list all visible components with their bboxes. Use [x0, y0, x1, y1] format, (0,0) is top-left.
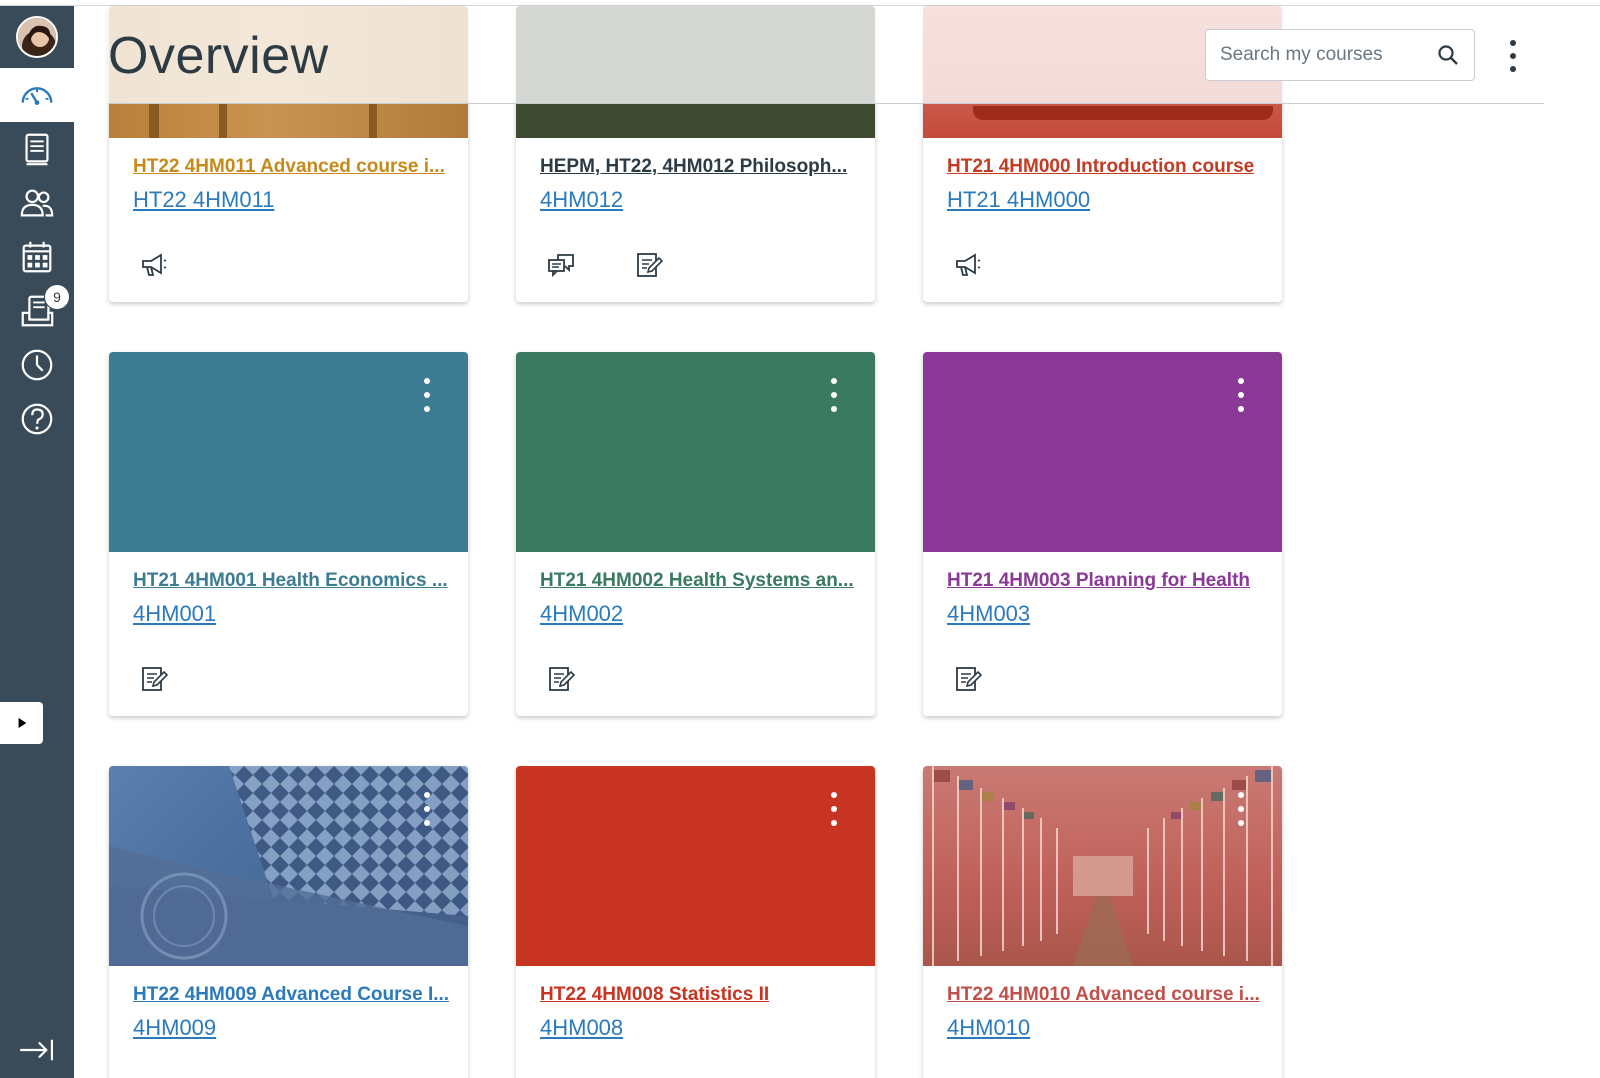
course-card-code-link[interactable]: 4HM008	[540, 1015, 623, 1041]
course-card-4hm001[interactable]: HT21 4HM001 Health Economics ... 4HM001	[109, 352, 468, 716]
kebab-dot	[1510, 66, 1516, 72]
card-hero-image[interactable]	[923, 766, 1282, 966]
courses-book-icon	[25, 133, 49, 166]
expand-nav-button[interactable]	[0, 702, 43, 744]
account-avatar[interactable]	[16, 16, 58, 58]
groups-people-icon	[20, 189, 54, 217]
page-title: Overview	[108, 27, 329, 85]
course-card-code-link[interactable]: 4HM009	[133, 1015, 216, 1041]
announcements-megaphone-icon[interactable]	[139, 250, 169, 280]
course-card-4hm002[interactable]: HT21 4HM002 Health Systems an... 4HM002	[516, 352, 875, 716]
card-hero-image[interactable]	[109, 766, 468, 966]
course-card-title-link[interactable]: HT21 4HM002 Health Systems an...	[540, 570, 854, 592]
nav-history[interactable]	[0, 338, 74, 392]
card-hero-image[interactable]	[923, 352, 1282, 552]
assignments-icon[interactable]	[139, 664, 169, 694]
course-card-4hm009[interactable]: HT22 4HM009 Advanced Course I... 4HM009	[109, 766, 468, 1078]
course-card-title-link[interactable]: HT21 4HM000 Introduction course	[947, 156, 1254, 178]
course-card-title-link[interactable]: HT21 4HM001 Health Economics ...	[133, 570, 448, 592]
course-card-title-link[interactable]: HT22 4HM011 Advanced course i...	[133, 156, 445, 178]
course-card-code-link[interactable]: 4HM003	[947, 601, 1030, 627]
building-photo-illustration	[109, 766, 468, 966]
course-card-code-link[interactable]: 4HM012	[540, 187, 623, 213]
nav-courses[interactable]	[0, 122, 74, 176]
course-card-title-link[interactable]: HT22 4HM008 Statistics II	[540, 984, 769, 1006]
search-courses-input[interactable]	[1220, 44, 1430, 66]
play-triangle-icon	[18, 717, 26, 729]
search-icon[interactable]	[1436, 43, 1460, 67]
discussions-icon[interactable]	[546, 250, 576, 280]
course-card-4hm008[interactable]: HT22 4HM008 Statistics II 4HM008	[516, 766, 875, 1078]
help-question-icon	[21, 403, 53, 435]
dashboard-options-kebab[interactable]	[1499, 36, 1527, 76]
flags-avenue-illustration	[932, 766, 1273, 966]
global-nav-sidebar: 9	[0, 6, 74, 1078]
card-options-kebab[interactable]	[1236, 378, 1246, 412]
collapse-nav-button[interactable]	[0, 1024, 74, 1076]
course-card-code-link[interactable]: HT21 4HM000	[947, 187, 1090, 213]
assignments-icon[interactable]	[953, 664, 983, 694]
arrow-right-bar-icon	[20, 1039, 54, 1061]
course-card-title-link[interactable]: HT22 4HM009 Advanced Course I...	[133, 984, 449, 1006]
announcements-megaphone-icon[interactable]	[953, 250, 983, 280]
card-options-kebab[interactable]	[829, 792, 839, 826]
nav-calendar[interactable]	[0, 230, 74, 284]
kebab-dot	[1510, 53, 1516, 59]
calendar-icon	[22, 241, 52, 273]
card-hero-image[interactable]	[516, 766, 875, 966]
course-card-code-link[interactable]: 4HM002	[540, 601, 623, 627]
course-card-4hm003[interactable]: HT21 4HM003 Planning for Health 4HM003	[923, 352, 1282, 716]
search-courses-box[interactable]	[1205, 29, 1475, 81]
assignments-icon[interactable]	[546, 664, 576, 694]
assignments-icon[interactable]	[634, 250, 664, 280]
avatar-image-icon	[18, 18, 56, 56]
card-hero-image[interactable]	[109, 352, 468, 552]
dashboard-gauge-icon	[21, 87, 53, 105]
course-card-code-link[interactable]: 4HM010	[947, 1015, 1030, 1041]
card-options-kebab[interactable]	[1236, 792, 1246, 826]
card-options-kebab[interactable]	[829, 378, 839, 412]
kebab-dot	[1510, 40, 1516, 46]
course-card-title-link[interactable]: HT21 4HM003 Planning for Health	[947, 570, 1250, 592]
course-card-title-link[interactable]: HEPM, HT22, 4HM012 Philosoph...	[540, 156, 847, 178]
card-options-kebab[interactable]	[422, 378, 432, 412]
history-clock-icon	[21, 349, 53, 381]
card-options-kebab[interactable]	[422, 792, 432, 826]
nav-groups[interactable]	[0, 176, 74, 230]
course-card-title-link[interactable]: HT22 4HM010 Advanced course i...	[947, 984, 1260, 1006]
course-card-4hm010[interactable]: HT22 4HM010 Advanced course i... 4HM010	[923, 766, 1282, 1078]
nav-dashboard[interactable]	[0, 68, 74, 122]
inbox-unread-badge: 9	[44, 284, 70, 310]
nav-help[interactable]	[0, 392, 74, 446]
course-card-code-link[interactable]: HT22 4HM011	[133, 187, 274, 213]
course-card-code-link[interactable]: 4HM001	[133, 601, 216, 627]
card-hero-image[interactable]	[516, 352, 875, 552]
page-header: Overview	[108, 6, 1544, 104]
